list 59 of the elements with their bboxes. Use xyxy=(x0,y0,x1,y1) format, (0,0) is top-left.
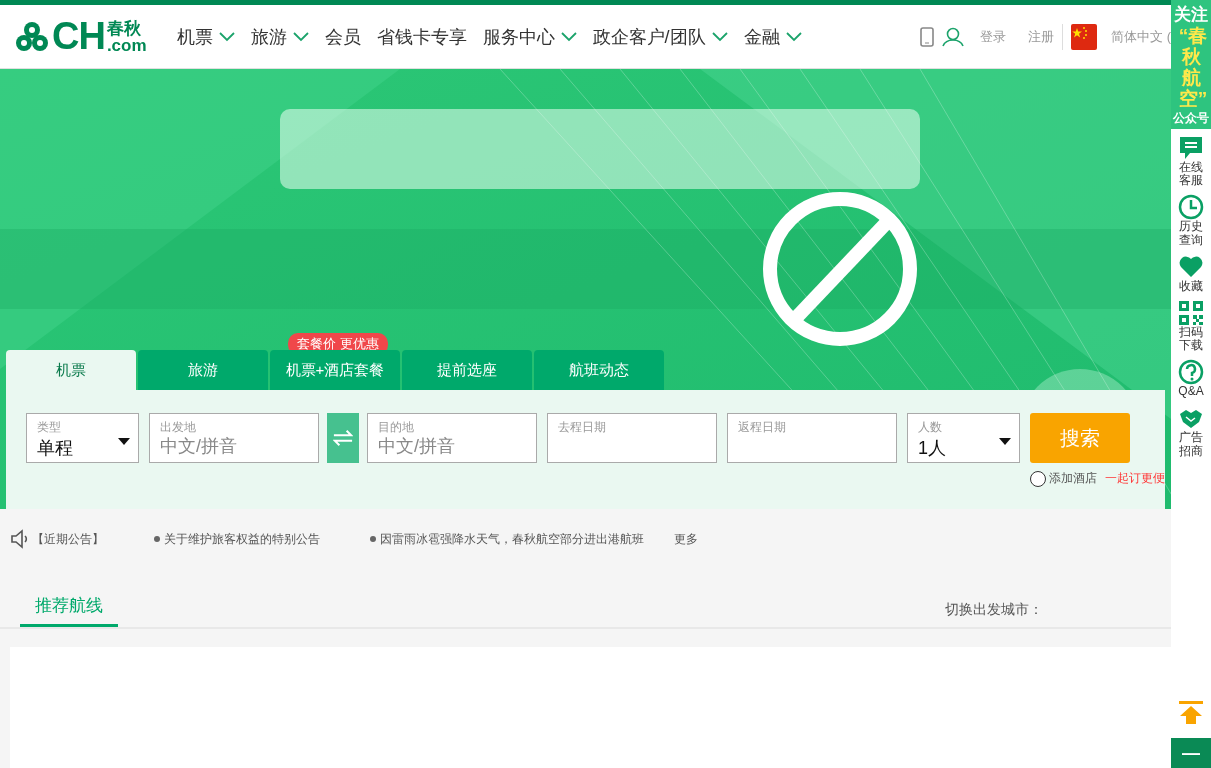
select-box[interactable]: 人数 1人 xyxy=(907,413,1020,463)
nav-item[interactable]: 会员 xyxy=(324,24,361,49)
back-to-top-icon[interactable] xyxy=(1178,700,1204,726)
speaker-icon xyxy=(10,529,30,549)
chevron-down-icon xyxy=(711,31,728,42)
field-label: 类型 xyxy=(37,419,62,436)
nav-item[interactable]: 机票 xyxy=(176,24,235,49)
select-value: 1人 xyxy=(918,437,946,460)
promo-text: 一起订更便 xyxy=(1105,470,1165,487)
swap-button[interactable] xyxy=(327,413,359,463)
caret-icon xyxy=(999,438,1011,445)
user-icon[interactable] xyxy=(942,26,965,47)
flag-icon[interactable] xyxy=(1071,23,1098,50)
chevron-down-icon xyxy=(218,31,235,42)
field-label: 人数 xyxy=(918,419,943,436)
nav-item[interactable]: 旅游 xyxy=(250,24,309,49)
field-label: 出发地 xyxy=(160,419,197,436)
nav-item[interactable]: 政企客户/团队 xyxy=(592,24,728,49)
nav-item[interactable]: 金融 xyxy=(743,24,802,49)
logo-icon xyxy=(14,20,50,53)
radio-label: 添加酒店 xyxy=(1049,470,1097,487)
notice-link[interactable]: 关于维护旅客权益的特别公告 xyxy=(164,531,320,546)
caret-icon xyxy=(118,438,130,445)
text-input[interactable]: 中文/拼音 xyxy=(160,436,308,457)
sidebar-item[interactable]: Q&A xyxy=(1178,359,1204,399)
bullet-icon xyxy=(154,536,160,543)
sidebar-item[interactable]: 广告招商 xyxy=(1178,404,1204,459)
logo-text: .com xyxy=(106,36,147,54)
chevron-down-icon xyxy=(292,31,309,42)
follow-text: 关注 xyxy=(1174,4,1208,26)
field-label: 目的地 xyxy=(378,419,415,436)
chevron-down-icon xyxy=(560,31,577,42)
radio-button[interactable] xyxy=(1030,470,1046,487)
sidebar-item[interactable]: 历史查询 xyxy=(1178,194,1204,248)
sidebar-item[interactable]: 收藏 xyxy=(1178,253,1204,294)
phone-icon[interactable] xyxy=(920,26,935,47)
bullet-icon xyxy=(370,536,376,543)
nav-item[interactable]: 省钱卡专享 xyxy=(376,24,467,49)
chat-icon xyxy=(1178,134,1204,161)
help-icon xyxy=(1178,359,1204,386)
notice-link[interactable]: 因雷雨冰雹强降水天气，春秋航空部分进出港航班 xyxy=(380,531,644,546)
logo-text: CH xyxy=(52,15,105,58)
clock-icon xyxy=(1178,194,1204,221)
notice-title: 【近期公告】 xyxy=(32,530,104,548)
select-value: 单程 xyxy=(37,437,73,460)
collapse-button[interactable]: — xyxy=(1171,738,1211,768)
logo-text: 春秋 xyxy=(106,19,142,37)
qr-code-icon xyxy=(1178,299,1204,326)
city-switch-label: 切换出发城市： xyxy=(945,601,1043,619)
swap-arrows-icon xyxy=(333,429,353,447)
search-tab[interactable]: 机票 xyxy=(6,350,136,390)
sidebar-item[interactable]: 在线客服 xyxy=(1178,134,1204,189)
select-box[interactable]: 类型 单程 xyxy=(26,413,139,463)
sidebar-item[interactable]: 扫码下载 xyxy=(1178,299,1204,354)
more-link[interactable]: 更多 xyxy=(674,530,698,548)
nav-item[interactable]: 服务中心 xyxy=(482,24,577,49)
account-type: 公众号 xyxy=(1173,109,1209,127)
text-input[interactable]: 中文/拼音 xyxy=(378,436,526,457)
chevron-down-icon xyxy=(785,31,802,42)
